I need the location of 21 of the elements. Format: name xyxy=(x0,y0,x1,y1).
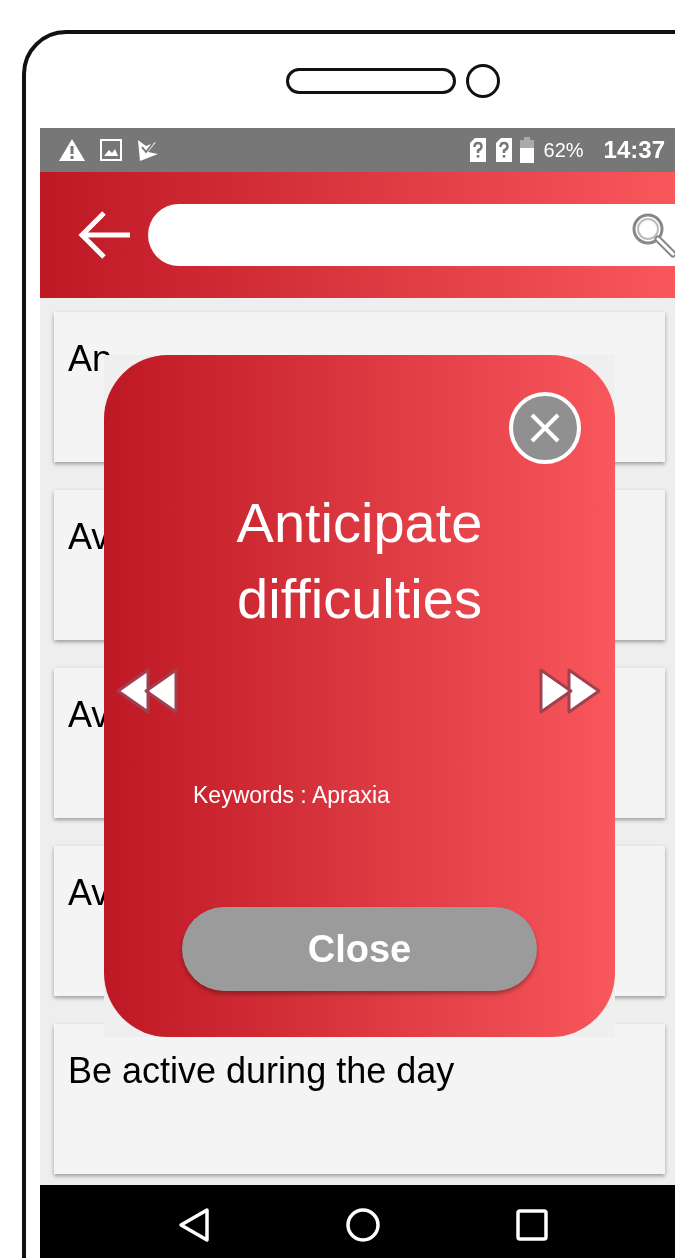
search-field[interactable] xyxy=(148,204,675,266)
home-circle-icon[interactable] xyxy=(343,1206,382,1244)
camera-circle xyxy=(466,64,500,98)
list-item-text: Be active during the day xyxy=(68,1050,455,1091)
checkmark-icon xyxy=(136,138,160,162)
rewind-icon[interactable] xyxy=(114,666,180,716)
warning-icon xyxy=(58,138,86,162)
clock-time: 14:37 xyxy=(603,136,665,164)
sim-card-icon xyxy=(493,137,514,163)
battery-percent: 62% xyxy=(543,138,584,162)
list-card[interactable]: Be active during the day xyxy=(54,1024,665,1174)
close-icon[interactable] xyxy=(507,390,583,466)
battery-icon xyxy=(519,137,534,163)
dialog-title: Anticipate difficulties xyxy=(235,490,484,632)
image-icon xyxy=(100,139,122,161)
sim-card-icon xyxy=(467,137,488,163)
back-arrow-icon[interactable] xyxy=(76,209,132,261)
square-icon[interactable] xyxy=(514,1208,549,1242)
back-triangle-icon[interactable] xyxy=(176,1206,211,1244)
keywords-text: Keywords : Apraxia xyxy=(193,782,391,810)
fast-forward-icon[interactable] xyxy=(537,666,603,716)
